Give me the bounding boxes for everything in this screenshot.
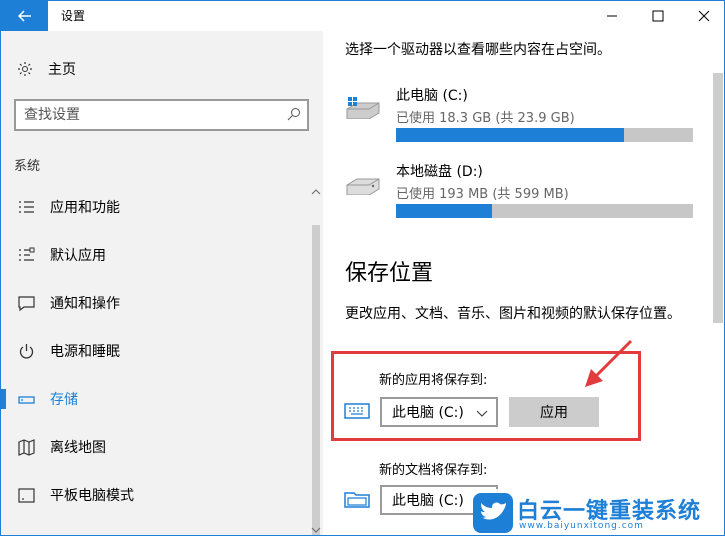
notification-icon (18, 295, 35, 312)
minimize-icon (606, 15, 617, 17)
section-label: 系统 (14, 159, 41, 174)
sidebar-item-default-apps[interactable]: 默认应用 (1, 231, 311, 279)
main-scrollbar-thumb[interactable] (713, 73, 723, 323)
gear-icon (18, 62, 32, 76)
drive-usage-bar (396, 128, 693, 142)
drive-c[interactable]: 此电脑 (C:) 已使用 18.3 GB (共 23.9 GB) (345, 85, 695, 145)
scroll-up-icon[interactable] (310, 187, 322, 197)
docs-save-label: 新的文档将保存到: (379, 463, 488, 478)
back-button[interactable] (1, 1, 48, 31)
sidebar-item-label: 存储 (50, 392, 78, 408)
sidebar-item-power[interactable]: 电源和睡眠 (1, 327, 311, 375)
search-box[interactable] (14, 99, 309, 131)
close-button[interactable] (681, 1, 724, 31)
title-bar: 设置 (1, 1, 724, 31)
sidebar: 主页 系统 应用和功能 默认应用 通知和操作 电源和睡眠 存储 离 (1, 31, 323, 535)
red-arrow-icon (585, 339, 633, 387)
sidebar-item-notifications[interactable]: 通知和操作 (1, 279, 311, 327)
bird-logo-icon (473, 493, 513, 533)
sidebar-scrollbar[interactable] (310, 181, 322, 535)
power-icon (18, 343, 35, 360)
list-icon (18, 199, 35, 216)
default-apps-icon (18, 247, 35, 264)
main-content: 选择一个驱动器以查看哪些内容在占空间。 此电脑 (C:) 已使用 18.3 GB… (323, 31, 724, 535)
drive-usage-fill (396, 204, 492, 218)
drive-usage: 已使用 18.3 GB (共 23.9 GB) (396, 111, 575, 126)
sidebar-item-offline-maps[interactable]: 离线地图 (1, 423, 311, 471)
home-label: 主页 (48, 62, 76, 78)
arrow-left-icon (17, 10, 31, 22)
home-link[interactable]: 主页 (17, 59, 76, 79)
folder-icon (344, 492, 370, 508)
sidebar-item-label: 默认应用 (50, 248, 106, 264)
sidebar-item-label: 通知和操作 (50, 296, 120, 312)
minimize-button[interactable] (589, 1, 634, 31)
sidebar-item-label: 应用和功能 (50, 200, 120, 216)
maximize-icon (652, 10, 663, 22)
sidebar-item-apps-features[interactable]: 应用和功能 (1, 183, 311, 231)
settings-window: 设置 主页 系统 应用和功能 默认应用 通知和操作 (0, 0, 725, 536)
sidebar-item-tablet-mode[interactable]: 平板电脑模式 (1, 471, 311, 519)
close-icon (698, 10, 709, 22)
drive-usage-bar (396, 204, 693, 218)
system-drive-icon (346, 97, 380, 119)
map-icon (18, 438, 35, 456)
drive-usage-fill (396, 128, 624, 142)
scrollbar-thumb[interactable] (312, 225, 320, 535)
drive-name: 此电脑 (C:) (396, 88, 468, 104)
tablet-icon (18, 487, 35, 504)
scroll-down-icon[interactable] (310, 525, 322, 535)
search-input[interactable] (24, 105, 274, 125)
save-locations-description: 更改应用、文档、音乐、图片和视频的默认保存位置。 (345, 306, 681, 322)
sidebar-item-label: 电源和睡眠 (50, 344, 120, 360)
save-locations-heading: 保存位置 (345, 261, 434, 286)
drive-usage: 已使用 193 MB (共 599 MB) (396, 187, 569, 202)
storage-icon (18, 391, 35, 408)
watermark: 白云一键重装系统 www.baiyunxitong.com (473, 489, 724, 535)
maximize-button[interactable] (635, 1, 680, 31)
hard-drive-icon (346, 178, 380, 195)
drive-d[interactable]: 本地磁盘 (D:) 已使用 193 MB (共 599 MB) (345, 161, 695, 221)
sidebar-item-storage[interactable]: 存储 (1, 375, 311, 423)
dropdown-value: 此电脑 (C:) (392, 493, 464, 509)
window-title: 设置 (61, 9, 86, 23)
sidebar-item-label: 平板电脑模式 (50, 488, 134, 504)
drive-intro-text: 选择一个驱动器以查看哪些内容在占空间。 (345, 42, 611, 58)
drive-name: 本地磁盘 (D:) (396, 164, 483, 180)
search-icon[interactable] (287, 107, 301, 121)
sidebar-item-label: 离线地图 (50, 440, 106, 456)
watermark-url: www.baiyunxitong.com (519, 521, 644, 531)
